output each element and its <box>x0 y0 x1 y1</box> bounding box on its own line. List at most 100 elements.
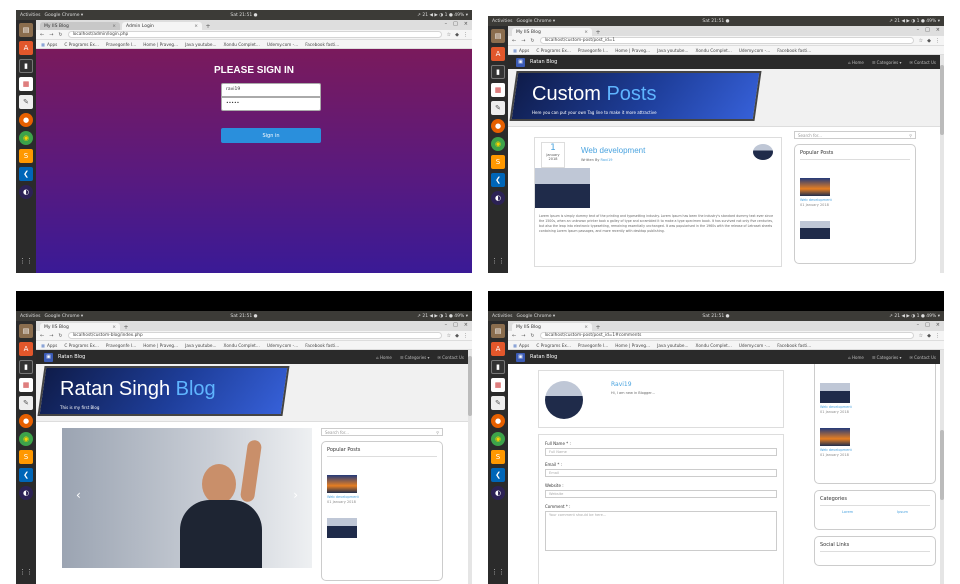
menu-icon[interactable]: ⋮ <box>935 38 940 44</box>
close-tab-icon[interactable]: × <box>112 325 116 330</box>
nav-contact[interactable]: ✉ Contact Us <box>438 355 464 360</box>
back-icon[interactable]: ← <box>40 32 44 38</box>
bookmark-item[interactable]: Pravegonfe I... <box>106 42 136 47</box>
terminal-icon[interactable]: ▮ <box>491 360 505 374</box>
bookmark-item[interactable]: Home | Praveg... <box>615 343 650 348</box>
menu-icon[interactable]: ⋮ <box>463 32 468 38</box>
forward-icon[interactable]: → <box>521 38 525 44</box>
popular-post-title[interactable]: Web development <box>820 448 930 452</box>
bookmark-item[interactable]: Udemy.com -... <box>739 343 770 348</box>
bookmark-star-icon[interactable]: ☆ <box>919 38 923 44</box>
minimize-icon[interactable]: – <box>445 322 448 328</box>
blog-logo-icon[interactable]: ▣ <box>516 57 525 67</box>
website-input[interactable]: Website <box>545 490 777 498</box>
page-scrollbar[interactable] <box>940 55 944 273</box>
show-apps-icon[interactable]: ⋮⋮ <box>19 565 33 579</box>
text-editor-icon[interactable]: ✎ <box>491 396 505 410</box>
popular-post-item[interactable]: Web development 01 January 2018 <box>800 178 910 207</box>
bookmark-item[interactable]: Home | Praveg... <box>143 42 178 47</box>
close-tab-icon[interactable]: × <box>194 24 198 29</box>
extension-icon[interactable]: ◆ <box>455 333 459 339</box>
address-bar[interactable]: localhost/custom-blog/index.php <box>67 332 442 339</box>
office-icon[interactable]: ▦ <box>19 378 33 392</box>
reload-icon[interactable]: ↻ <box>530 333 534 339</box>
nav-categories[interactable]: ☰ Categories ▾ <box>400 355 430 360</box>
files-icon[interactable]: ▤ <box>491 324 505 338</box>
nav-home[interactable]: ⌂ Home <box>376 355 392 360</box>
activities-button[interactable]: Activities <box>20 314 41 319</box>
forward-icon[interactable]: → <box>49 333 53 339</box>
popular-post-item[interactable]: Web development 01 January 2018 <box>327 475 437 504</box>
bookmark-item[interactable]: Java youtube... <box>657 343 688 348</box>
maximize-icon[interactable]: □ <box>925 322 930 328</box>
category-link[interactable]: Ipsum <box>897 510 908 514</box>
show-apps-icon[interactable]: ⋮⋮ <box>491 565 505 579</box>
close-tab-icon[interactable]: × <box>112 24 116 29</box>
address-bar[interactable]: localhost/custom-post/post_id=1 <box>539 37 914 44</box>
reload-icon[interactable]: ↻ <box>530 38 534 44</box>
author-name[interactable]: Ravi19 <box>611 381 632 388</box>
bookmark-item[interactable]: ▦ Apps <box>513 48 529 53</box>
system-tray[interactable]: ↗ 21 ◀ ▶ ◑ 1 ● 49% ▾ <box>417 314 468 319</box>
chrome-icon[interactable]: ◉ <box>19 432 33 446</box>
files-icon[interactable]: ▤ <box>19 23 33 37</box>
bookmark-item[interactable]: Facebook fasti... <box>777 343 811 348</box>
back-icon[interactable]: ← <box>512 38 516 44</box>
bookmark-star-icon[interactable]: ☆ <box>447 32 451 38</box>
brand-name[interactable]: Ratan Blog <box>58 354 85 360</box>
bookmark-item[interactable]: ▦ Apps <box>41 42 57 47</box>
popular-post-title[interactable]: Web development <box>820 405 930 409</box>
bookmark-item[interactable]: Udemy.com -... <box>267 42 298 47</box>
app-menu[interactable]: Google Chrome ▾ <box>517 314 556 319</box>
chrome-icon[interactable]: ◉ <box>19 131 33 145</box>
close-window-icon[interactable]: × <box>464 21 468 27</box>
app-menu[interactable]: Google Chrome ▾ <box>45 314 84 319</box>
software-center-icon[interactable]: A <box>19 41 33 55</box>
menu-icon[interactable]: ⋮ <box>463 333 468 339</box>
bookmark-star-icon[interactable]: ☆ <box>447 333 451 339</box>
nav-categories[interactable]: ☰ Categories ▾ <box>872 60 902 65</box>
bookmark-item[interactable]: Xondu Complet... <box>223 42 259 47</box>
clock[interactable]: Sat 21:51 ● <box>230 13 257 18</box>
maximize-icon[interactable]: □ <box>453 21 458 27</box>
eclipse-icon[interactable]: ◐ <box>19 486 33 500</box>
popular-post-title[interactable]: Web development <box>800 198 910 202</box>
firefox-icon[interactable]: ● <box>491 119 505 133</box>
chrome-icon[interactable]: ◉ <box>491 137 505 151</box>
bookmark-item[interactable]: Xondu Complet... <box>223 343 259 348</box>
sublime-icon[interactable]: S <box>491 155 505 169</box>
sublime-icon[interactable]: S <box>19 450 33 464</box>
bookmark-item[interactable]: Xondu Complet... <box>695 343 731 348</box>
vscode-icon[interactable]: ❮ <box>19 468 33 482</box>
username-field[interactable]: ravi19 <box>221 83 321 97</box>
new-tab-icon[interactable]: + <box>594 28 602 36</box>
bookmark-item[interactable]: Udemy.com -... <box>267 343 298 348</box>
tab-my-blog[interactable]: My IIS Blog × <box>512 323 592 331</box>
extension-icon[interactable]: ◆ <box>927 333 931 339</box>
extension-icon[interactable]: ◆ <box>455 32 459 38</box>
files-icon[interactable]: ▤ <box>491 29 505 43</box>
vscode-icon[interactable]: ❮ <box>19 167 33 181</box>
carousel-prev-icon[interactable]: ‹ <box>76 488 81 502</box>
eclipse-icon[interactable]: ◐ <box>491 486 505 500</box>
post-title[interactable]: Web development <box>581 146 645 155</box>
sign-in-button[interactable]: Sign in <box>221 128 321 143</box>
tab-my-blog[interactable]: My IIS Blog × <box>40 323 120 331</box>
close-window-icon[interactable]: × <box>936 27 940 33</box>
new-tab-icon[interactable]: + <box>594 323 602 331</box>
minimize-icon[interactable]: – <box>917 27 920 33</box>
tab-my-blog[interactable]: My IIS Blog × <box>512 28 592 36</box>
blog-logo-icon[interactable]: ▣ <box>516 352 525 362</box>
software-center-icon[interactable]: A <box>491 47 505 61</box>
office-icon[interactable]: ▦ <box>491 378 505 392</box>
address-bar[interactable]: localhost/admin/login.php <box>67 31 442 38</box>
system-tray[interactable]: ↗ 21 ◀ ▶ ◑ 1 ● 49% ▾ <box>889 19 940 24</box>
minimize-icon[interactable]: – <box>917 322 920 328</box>
minimize-icon[interactable]: – <box>445 21 448 27</box>
nav-contact[interactable]: ✉ Contact Us <box>910 60 936 65</box>
nav-categories[interactable]: ☰ Categories ▾ <box>872 355 902 360</box>
forward-icon[interactable]: → <box>521 333 525 339</box>
eclipse-icon[interactable]: ◐ <box>19 185 33 199</box>
bookmark-item[interactable]: Facebook fasti... <box>305 343 339 348</box>
bookmark-item[interactable]: ▦ Apps <box>41 343 57 348</box>
